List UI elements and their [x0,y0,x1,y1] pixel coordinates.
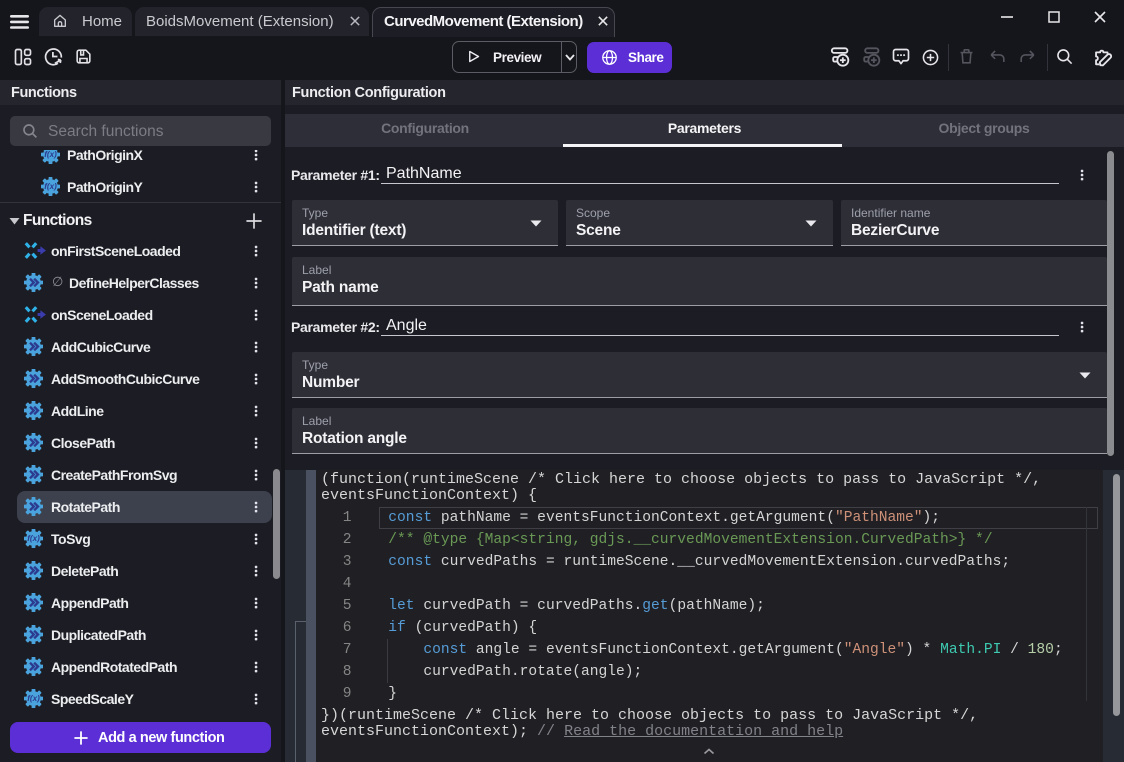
svg-text:f(x): f(x) [44,150,57,159]
svg-text:f(x): f(x) [44,182,57,191]
svg-text:f(x): f(x) [27,694,40,703]
svg-text:f(x): f(x) [27,534,40,543]
